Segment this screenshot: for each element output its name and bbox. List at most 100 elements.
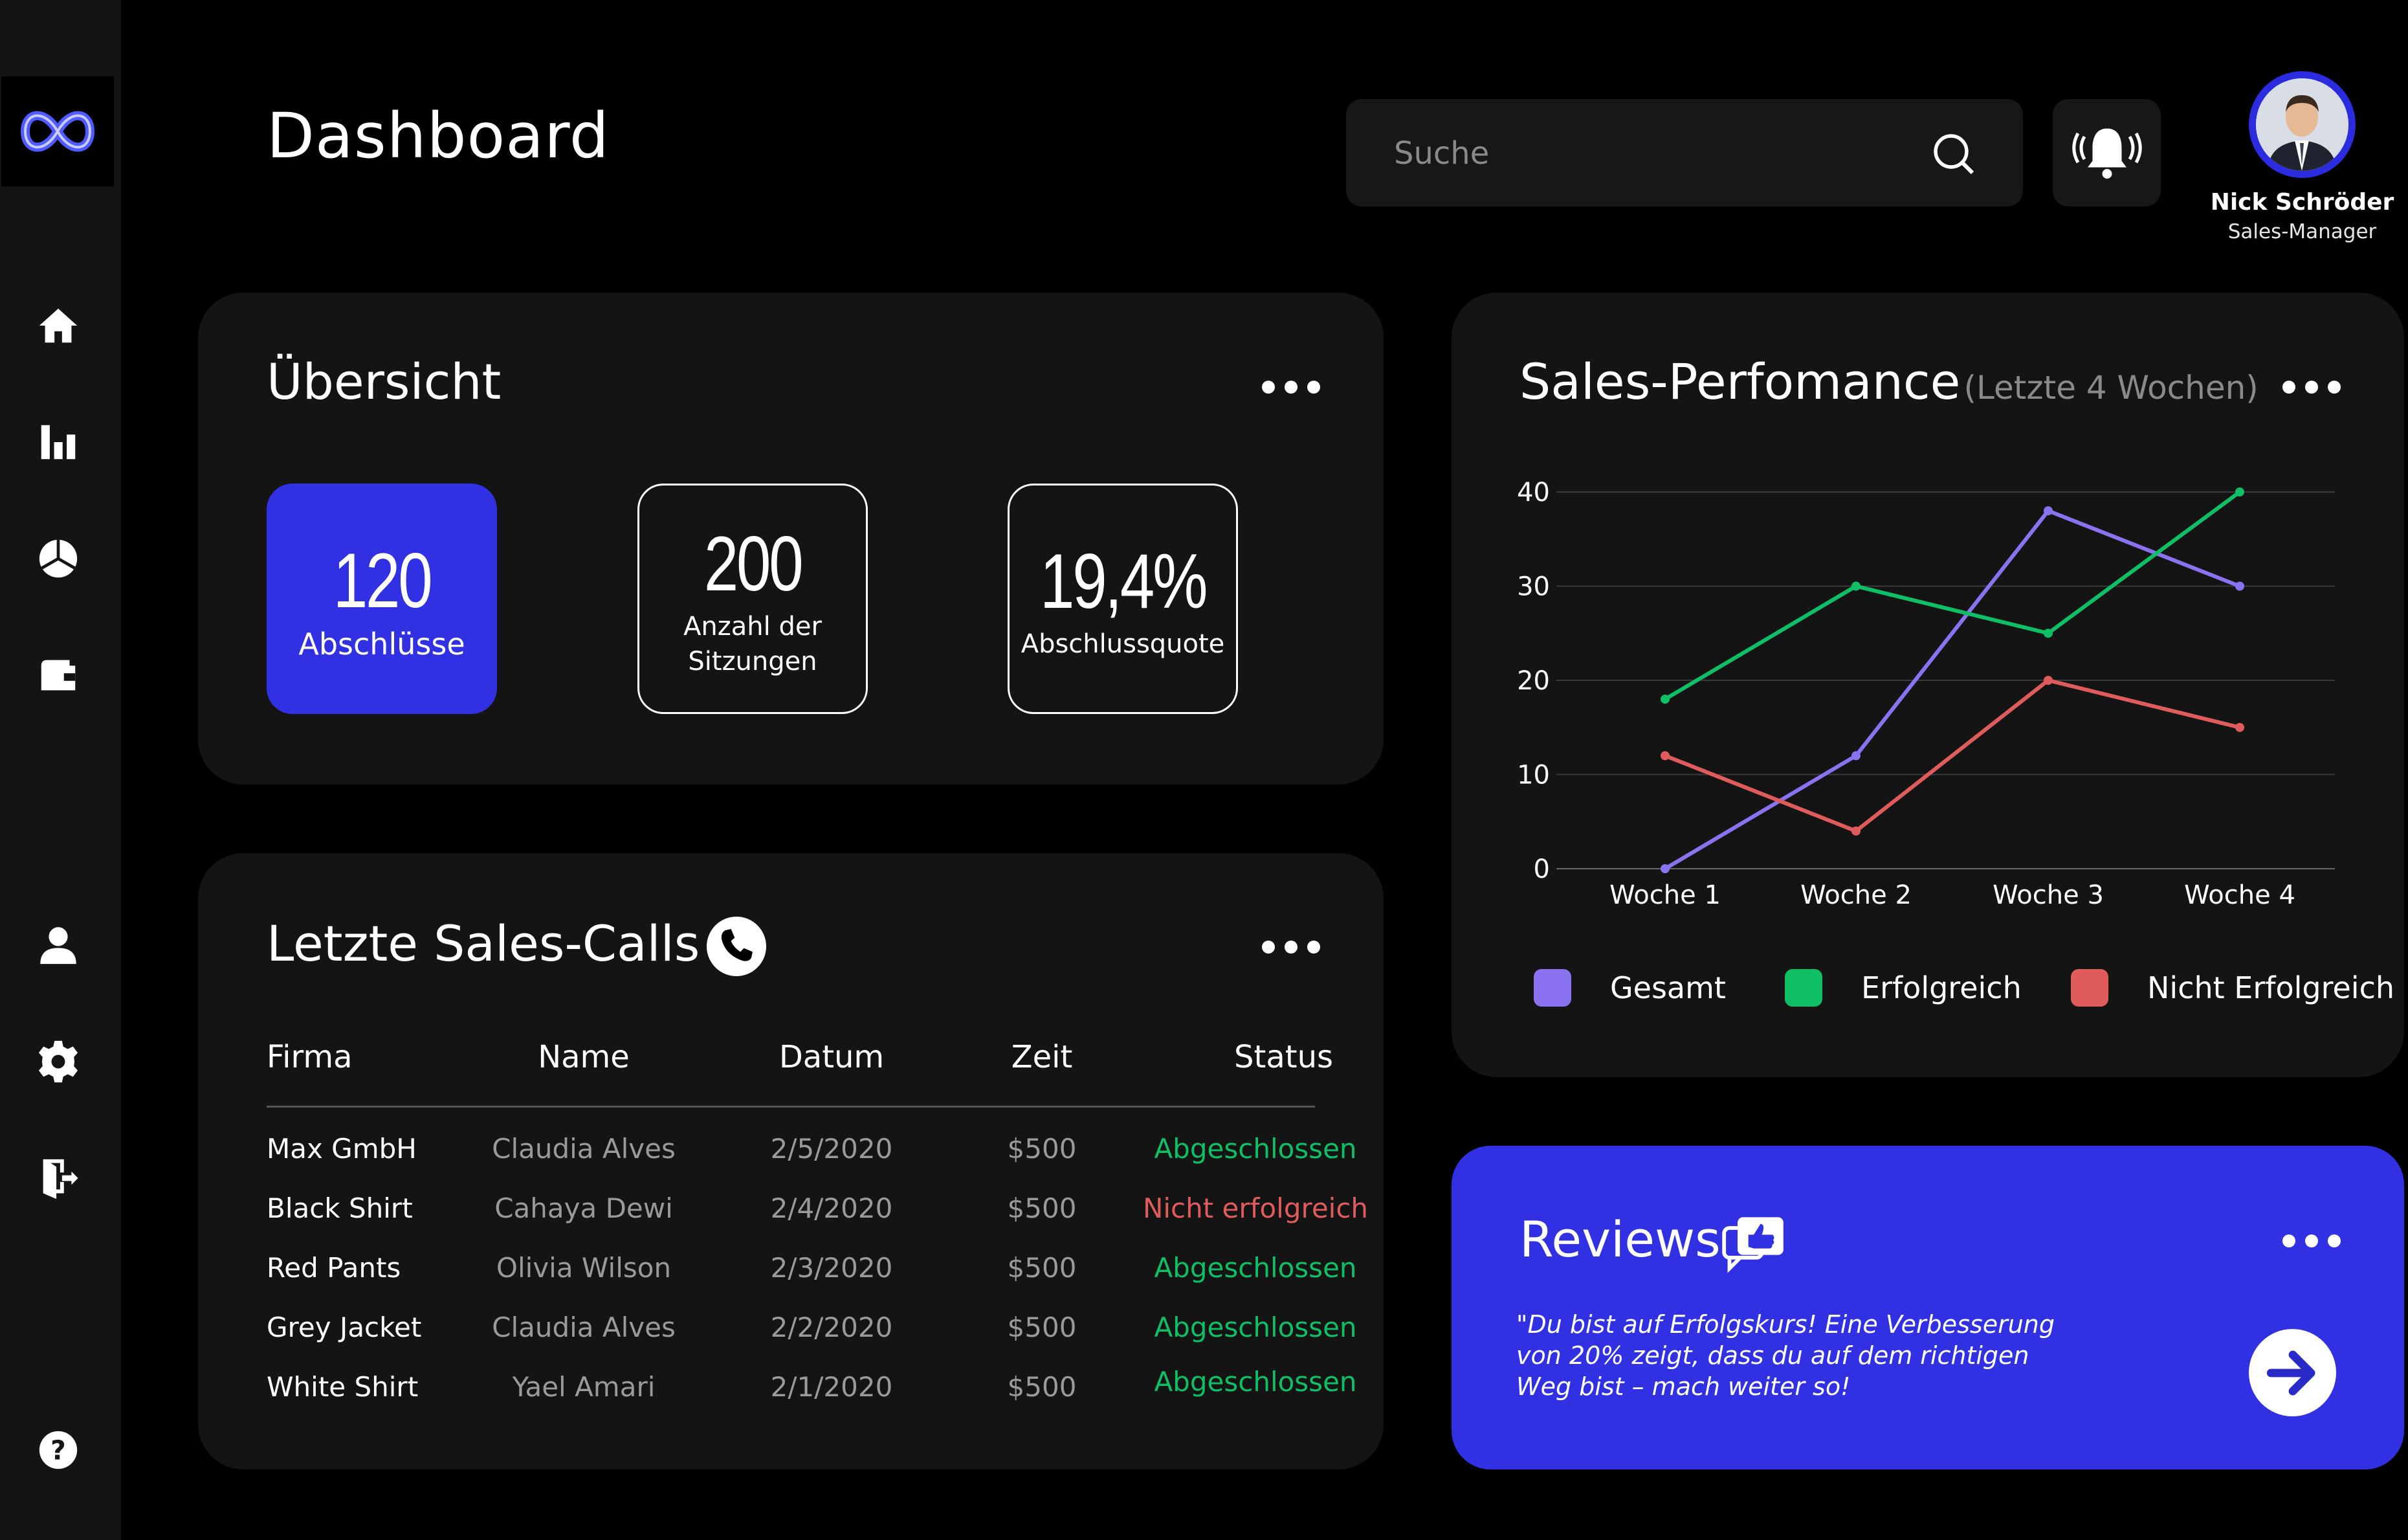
legend-swatch-gesamt — [1534, 969, 1571, 1007]
kpi-value: 19,4% — [1039, 538, 1208, 625]
y-tick-label: 10 — [1517, 761, 1550, 790]
reviews-more-button[interactable] — [2282, 1231, 2341, 1251]
series-line — [1664, 490, 2241, 701]
performance-more-button[interactable] — [2282, 377, 2341, 397]
logout-icon — [43, 1159, 78, 1200]
table-row-status: Abgeschlossen — [1154, 1252, 1357, 1284]
table-row-zeit: $500 — [1007, 1252, 1077, 1284]
nav-settings[interactable] — [32, 1036, 84, 1088]
nav-wallet[interactable] — [32, 649, 84, 701]
table-row-datum: 2/3/2020 — [770, 1252, 893, 1284]
home-icon — [39, 308, 78, 343]
table-row-firma[interactable]: Grey Jacket — [267, 1311, 421, 1343]
reviews-title: Reviews — [1519, 1211, 1721, 1268]
search-icon[interactable] — [1930, 130, 1976, 177]
legend-label-nicht-erfolgreich: Nicht Erfolgreich — [2147, 970, 2395, 1005]
sidebar — [0, 0, 121, 1540]
review-quote-line: Weg bist – mach weiter so! — [1516, 1372, 1851, 1401]
data-point — [2044, 629, 2053, 638]
sales-calls-title: Letzte Sales-Calls — [267, 915, 700, 972]
kpi-value: 200 — [703, 520, 804, 607]
data-point — [1851, 751, 1861, 761]
table-row-firma[interactable]: White Shirt — [267, 1371, 418, 1403]
x-tick-label: Woche 4 — [2184, 880, 2295, 910]
table-row-status: Abgeschlossen — [1154, 1366, 1357, 1398]
performance-title: Sales-Perfomance — [1519, 353, 1961, 410]
reviews-card — [1452, 1146, 2404, 1469]
legend-swatch-nicht-erfolgreich — [2071, 969, 2108, 1007]
data-point — [2235, 581, 2244, 591]
nav-help[interactable]: ? — [32, 1424, 84, 1476]
review-quote: "Du bist auf Erfolgskurs! Eine Verbesser… — [1516, 1309, 2055, 1402]
column-header-name[interactable]: Name — [441, 1039, 726, 1075]
series-line — [1664, 509, 2241, 871]
table-row-zeit: $500 — [1007, 1133, 1077, 1165]
kpi-label: Anzahl der Sitzungen — [683, 612, 822, 676]
table-row-firma[interactable]: Red Pants — [267, 1252, 401, 1284]
table-row-status: Abgeschlossen — [1154, 1133, 1357, 1165]
table-row-status: Abgeschlossen — [1154, 1311, 1357, 1343]
avatar[interactable] — [2249, 71, 2356, 178]
table-row-name: Yael Amari — [512, 1371, 656, 1403]
sales-performance-chart: 0 10 20 30 40 Woche 1 Woche 2 Woche 3 Woche 4 — [1517, 478, 2335, 910]
nav-logout[interactable] — [32, 1152, 84, 1204]
bar-chart-icon — [41, 425, 76, 460]
data-point — [1661, 864, 1670, 873]
legend-item-erfolgreich: Erfolgreich — [1785, 969, 2022, 1007]
nav-profile[interactable] — [32, 919, 84, 971]
y-tick-label: 0 — [1534, 854, 1550, 884]
notifications-button[interactable] — [2053, 99, 2161, 206]
table-row-name: Olivia Wilson — [496, 1252, 672, 1284]
table-row-datum: 2/2/2020 — [770, 1311, 893, 1343]
review-quote-line: von 20% zeigt, dass du auf dem richtigen — [1516, 1341, 2029, 1370]
y-tick-label: 30 — [1517, 572, 1550, 602]
help-icon: ? — [39, 1431, 78, 1469]
nav-home[interactable] — [32, 300, 84, 352]
y-tick-label: 40 — [1517, 478, 1550, 508]
bell-icon — [2071, 128, 2142, 179]
data-point — [2044, 506, 2053, 516]
infinity-logo-icon — [20, 111, 95, 152]
user-icon — [40, 927, 76, 965]
kpi-tile-meetings: 200 Anzahl der Sitzungen — [637, 484, 868, 714]
reviews-next-button[interactable] — [2249, 1329, 2336, 1416]
svg-text:?: ? — [50, 1435, 66, 1466]
x-tick-label: Woche 2 — [1800, 880, 1912, 910]
gear-icon — [38, 1040, 78, 1083]
data-point — [1851, 581, 1861, 591]
phone-icon — [707, 917, 766, 976]
kpi-tile-deals: 120 Abschlüsse — [267, 484, 497, 714]
y-tick-label: 20 — [1517, 666, 1550, 696]
table-row-name: Claudia Alves — [492, 1311, 676, 1343]
nav-analytics[interactable] — [32, 416, 84, 468]
x-tick-label: Woche 1 — [1609, 880, 1721, 910]
data-point — [2235, 487, 2244, 497]
table-row-datum: 2/1/2020 — [770, 1371, 893, 1403]
overview-more-button[interactable] — [1262, 377, 1320, 397]
column-header-datum[interactable]: Datum — [735, 1039, 929, 1075]
search-bar — [1346, 99, 2023, 206]
legend-label-erfolgreich: Erfolgreich — [1861, 970, 2022, 1005]
table-row-firma[interactable]: Max GmbH — [267, 1133, 417, 1165]
sales-calls-more-button[interactable] — [1262, 937, 1320, 957]
performance-heading: Sales-Perfomance (Letzte 4 Wochen) — [1519, 353, 2259, 410]
search-input[interactable] — [1393, 125, 1926, 182]
table-row-zeit: $500 — [1007, 1192, 1077, 1224]
table-row-datum: 2/5/2020 — [770, 1133, 893, 1165]
nav-reports[interactable] — [32, 533, 84, 585]
table-row-firma[interactable]: Black Shirt — [267, 1192, 413, 1224]
avatar-photo — [2256, 78, 2348, 171]
user-name: Nick Schröder — [2210, 189, 2394, 216]
arrow-right-icon — [2266, 1350, 2315, 1395]
column-header-firma[interactable]: Firma — [267, 1039, 353, 1075]
pie-chart-icon — [39, 539, 78, 578]
column-header-status[interactable]: Status — [1165, 1039, 1333, 1075]
column-header-zeit[interactable]: Zeit — [971, 1039, 1113, 1075]
overview-title: Übersicht — [267, 353, 502, 410]
legend-label-gesamt: Gesamt — [1610, 970, 1726, 1005]
table-row-zeit: $500 — [1007, 1371, 1077, 1403]
performance-subtitle: (Letzte 4 Wochen) — [1963, 369, 2259, 407]
app-logo[interactable] — [1, 76, 114, 186]
data-point — [1851, 826, 1861, 836]
legend-swatch-erfolgreich — [1785, 969, 1822, 1007]
